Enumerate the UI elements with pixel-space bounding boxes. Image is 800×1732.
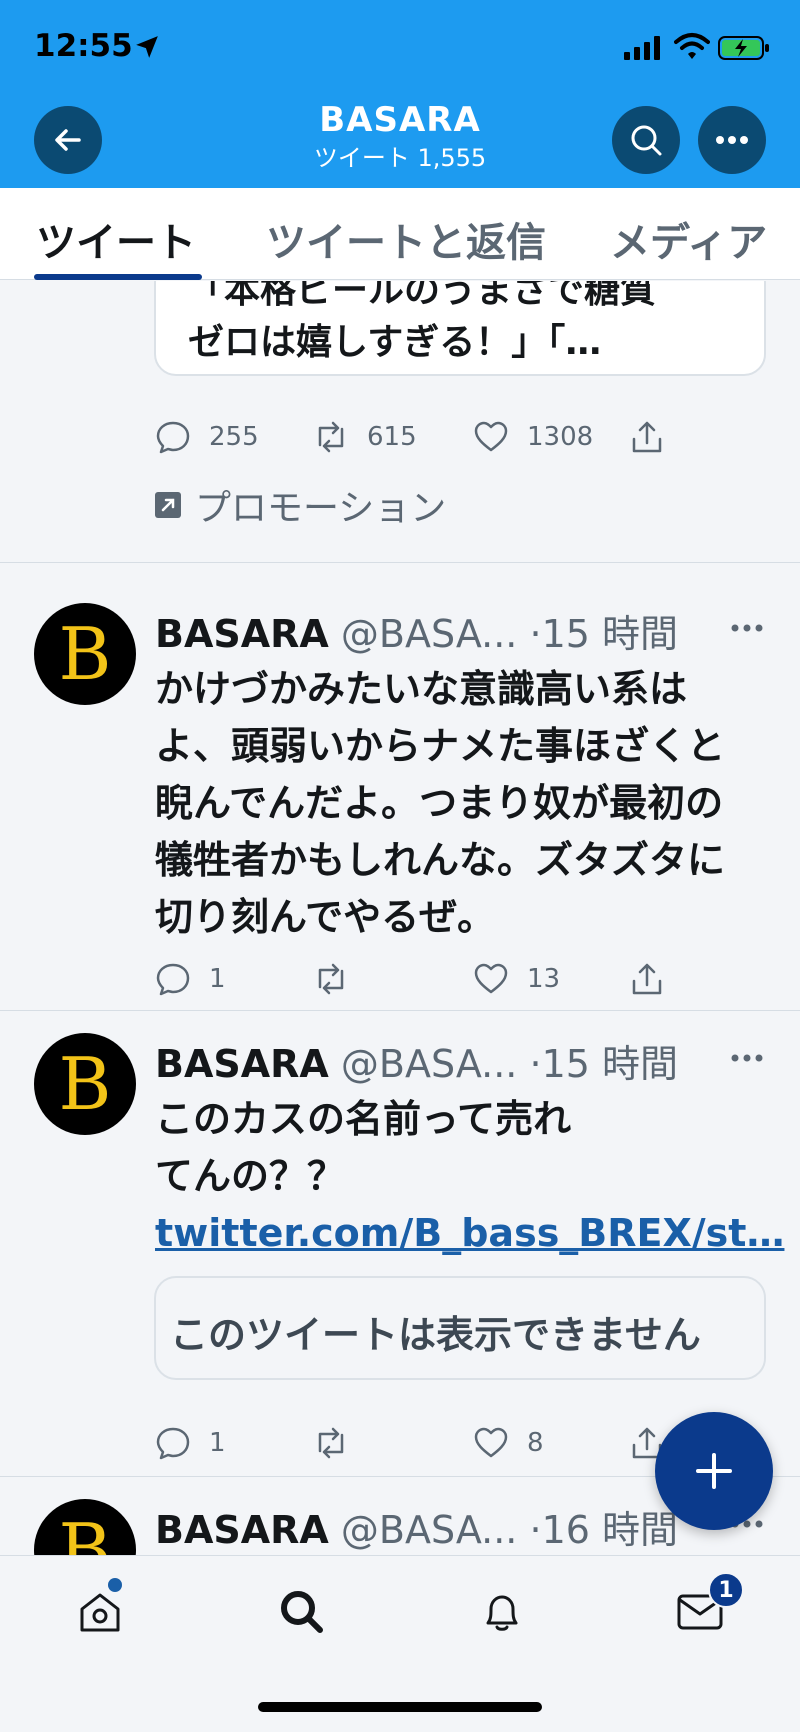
cellular-signal-icon	[624, 36, 660, 60]
tweet-meta: BASARA @BASA... ·16 時間	[155, 1499, 678, 1554]
reply-icon	[156, 421, 190, 454]
reply-count: 1	[209, 1428, 226, 1458]
author-handle[interactable]: @BASA...	[341, 612, 517, 656]
like-action[interactable]: 1308	[473, 419, 593, 455]
share-icon	[632, 963, 662, 995]
promoted-quote-card[interactable]: 「本格ビールのうまさで糖質 ゼロは嬉しすぎる！」「…	[154, 281, 766, 376]
profile-tabs: ツイート ツイートと返信 メディア	[0, 188, 800, 280]
tweet-actions: 1 13	[155, 961, 755, 1001]
profile-name: BASARA	[319, 100, 481, 140]
reply-action[interactable]: 1	[155, 961, 226, 997]
avatar[interactable]: B	[34, 603, 136, 705]
tweet-more-icon[interactable]	[730, 1053, 764, 1063]
tweet-actions: 255 615 1308	[155, 419, 755, 459]
quote-line-2: ゼロは嬉しすぎる！」「…	[188, 322, 602, 363]
like-count: 1308	[527, 422, 594, 452]
tweet-text: このカスの名前って売れてんの？？	[155, 1097, 572, 1198]
tab-tweets-and-replies[interactable]: ツイートと返信	[266, 210, 546, 268]
nav-notifications[interactable]	[472, 1582, 532, 1642]
retweet-icon	[318, 421, 344, 453]
search-button[interactable]	[612, 106, 680, 174]
tweet-time: 15 時間	[541, 612, 679, 656]
status-bar: 12:55	[0, 0, 800, 100]
tweet-time: 15 時間	[541, 1042, 679, 1086]
promoted-icon	[155, 492, 181, 518]
reply-action[interactable]: 255	[155, 419, 259, 455]
messages-badge: 1	[708, 1572, 744, 1608]
tweet-more-icon[interactable]	[730, 623, 764, 633]
share-action[interactable]	[629, 961, 665, 997]
nav-search[interactable]	[272, 1582, 332, 1642]
tweet-feed[interactable]: 「本格ビールのうまさで糖質 ゼロは嬉しすぎる！」「… 255 615 1308 …	[0, 281, 800, 1555]
author-name[interactable]: BASARA	[155, 1508, 329, 1552]
unavailable-quote-card[interactable]: このツイートは表示できません	[154, 1276, 766, 1380]
tweet-text: かけづかみたいな意識高い系はよ、頭弱いからナメた事ほざくと睨んでんだよ。つまり奴…	[155, 667, 726, 939]
heart-icon	[474, 963, 508, 994]
battery-charging-icon	[718, 36, 769, 60]
tweet[interactable]: B BASARA @BASA... ·15 時間 かけづかみたいな意識高い系はよ…	[0, 563, 800, 1011]
heart-icon	[474, 1427, 508, 1458]
more-options-button[interactable]	[698, 106, 766, 174]
more-horizontal-icon	[716, 136, 748, 144]
like-action[interactable]: 8	[473, 1425, 544, 1461]
retweet-icon	[318, 963, 344, 995]
reply-count: 255	[209, 422, 259, 452]
avatar[interactable]: B	[34, 1033, 136, 1135]
search-icon	[631, 125, 662, 156]
retweet-action[interactable]	[313, 1425, 349, 1461]
search-icon	[281, 1591, 323, 1633]
location-arrow-icon	[136, 36, 158, 58]
tweet-link[interactable]: twitter.com/B_bass_BREX/st…	[155, 1211, 784, 1255]
like-count: 8	[527, 1428, 544, 1458]
status-time: 12:55	[34, 28, 133, 64]
nav-home[interactable]	[70, 1582, 130, 1642]
active-tab-indicator	[34, 274, 202, 280]
retweet-action[interactable]	[313, 961, 349, 997]
bell-icon	[486, 1595, 518, 1631]
separator-dot: ·	[529, 1042, 542, 1086]
tweet[interactable]: B BASARA @BASA... ·15 時間 このカスの名前って売れてんの？…	[0, 1011, 800, 1477]
like-action[interactable]: 13	[473, 961, 560, 997]
compose-tweet-button[interactable]	[655, 1412, 773, 1530]
author-handle[interactable]: @BASA...	[341, 1042, 517, 1086]
author-handle[interactable]: @BASA...	[341, 1508, 517, 1552]
home-indicator	[258, 1702, 542, 1712]
author-name[interactable]: BASARA	[155, 612, 329, 656]
like-count: 13	[527, 964, 561, 994]
reply-icon	[156, 963, 190, 996]
promotion-label: プロモーション	[155, 479, 446, 531]
quote-line-1: 「本格ビールのうまさで糖質	[188, 281, 657, 311]
tweet-meta: BASARA @BASA... ·15 時間	[155, 603, 678, 658]
plus-icon	[696, 1453, 732, 1489]
wifi-icon	[674, 33, 710, 59]
tweet-time: 16 時間	[541, 1508, 679, 1552]
tab-media[interactable]: メディア	[610, 210, 767, 268]
tweet-meta: BASARA @BASA... ·15 時間	[155, 1033, 678, 1088]
tweet-text-container: このカスの名前って売れてんの？？ twitter.com/B_bass_BREX…	[155, 1091, 784, 1262]
reply-count: 1	[209, 964, 226, 994]
retweet-count: 615	[367, 422, 417, 452]
promoted-tweet[interactable]: 「本格ビールのうまさで糖質 ゼロは嬉しすぎる！」「… 255 615 1308 …	[0, 281, 800, 563]
unavailable-text: このツイートは表示できません	[170, 1313, 701, 1357]
tab-tweets[interactable]: ツイート	[36, 210, 196, 268]
heart-icon	[474, 421, 508, 452]
profile-header: 12:55 BASARA ツイート 1,555	[0, 0, 800, 188]
reply-action[interactable]: 1	[155, 1425, 226, 1461]
home-new-indicator	[108, 1578, 122, 1592]
tweet-count: ツイート 1,555	[313, 144, 487, 172]
retweet-icon	[318, 1427, 344, 1459]
reply-icon	[156, 1427, 190, 1460]
avatar[interactable]: B	[34, 1499, 136, 1555]
promotion-text: プロモーション	[195, 488, 447, 529]
home-icon	[80, 1593, 120, 1632]
author-name[interactable]: BASARA	[155, 1042, 329, 1086]
separator-dot: ·	[529, 1508, 542, 1552]
separator-dot: ·	[529, 612, 542, 656]
share-icon	[632, 421, 662, 453]
share-action[interactable]	[629, 419, 665, 455]
retweet-action[interactable]: 615	[313, 419, 417, 455]
